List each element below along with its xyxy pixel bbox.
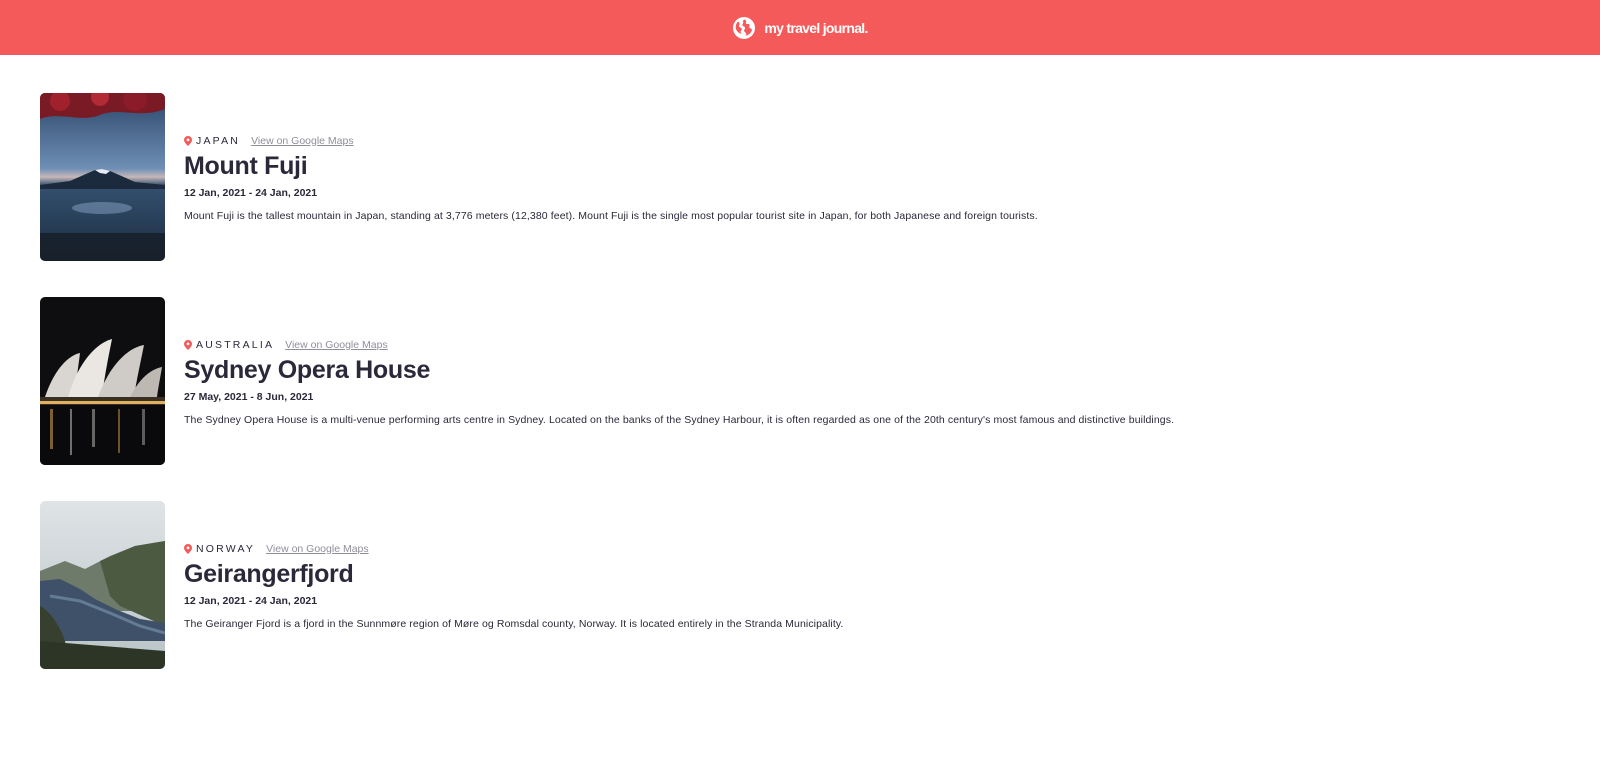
entry-photo-mount-fuji (40, 93, 165, 261)
globe-icon (733, 16, 756, 39)
entry-dates: 12 Jan, 2021 - 24 Jan, 2021 (184, 186, 318, 199)
entry-description: The Sydney Opera House is a multi-venue … (184, 413, 1175, 426)
journal-entry: NORWAY View on Google Maps Geirangerfjor… (40, 501, 1560, 669)
entry-title: Geirangerfjord (184, 559, 354, 588)
brand-title: my travel journal. (764, 19, 868, 36)
entry-photo-sydney-opera-house (40, 297, 165, 465)
entry-photo-geirangerfjord (40, 501, 165, 669)
google-maps-link[interactable]: View on Google Maps (285, 339, 388, 351)
entry-dates: 27 May, 2021 - 8 Jun, 2021 (184, 390, 314, 403)
google-maps-link[interactable]: View on Google Maps (251, 135, 354, 147)
entry-info: AUSTRALIA View on Google Maps Sydney Ope… (184, 336, 1174, 427)
location-pin-icon (184, 543, 192, 554)
entry-dates: 12 Jan, 2021 - 24 Jan, 2021 (184, 594, 318, 607)
entry-country: AUSTRALIA (196, 338, 275, 351)
entry-info: NORWAY View on Google Maps Geirangerfjor… (184, 540, 843, 631)
location-row: JAPAN View on Google Maps (184, 134, 1038, 148)
entry-title: Sydney Opera House (184, 355, 431, 384)
entry-description: Mount Fuji is the tallest mountain in Ja… (184, 209, 1038, 222)
location-pin-icon (184, 135, 192, 146)
entry-info: JAPAN View on Google Maps Mount Fuji 12 … (184, 132, 1038, 223)
entry-title: Mount Fuji (184, 151, 308, 180)
entry-description: The Geiranger Fjord is a fjord in the Su… (184, 617, 844, 630)
entry-country: NORWAY (196, 542, 256, 555)
location-pin-icon (184, 339, 192, 350)
entry-country: JAPAN (196, 134, 241, 147)
location-row: AUSTRALIA View on Google Maps (184, 338, 1174, 352)
top-navbar: my travel journal. (0, 0, 1600, 55)
journal-entry: AUSTRALIA View on Google Maps Sydney Ope… (40, 297, 1560, 465)
journal-entry: JAPAN View on Google Maps Mount Fuji 12 … (40, 93, 1560, 261)
google-maps-link[interactable]: View on Google Maps (266, 543, 369, 555)
location-row: NORWAY View on Google Maps (184, 542, 843, 556)
